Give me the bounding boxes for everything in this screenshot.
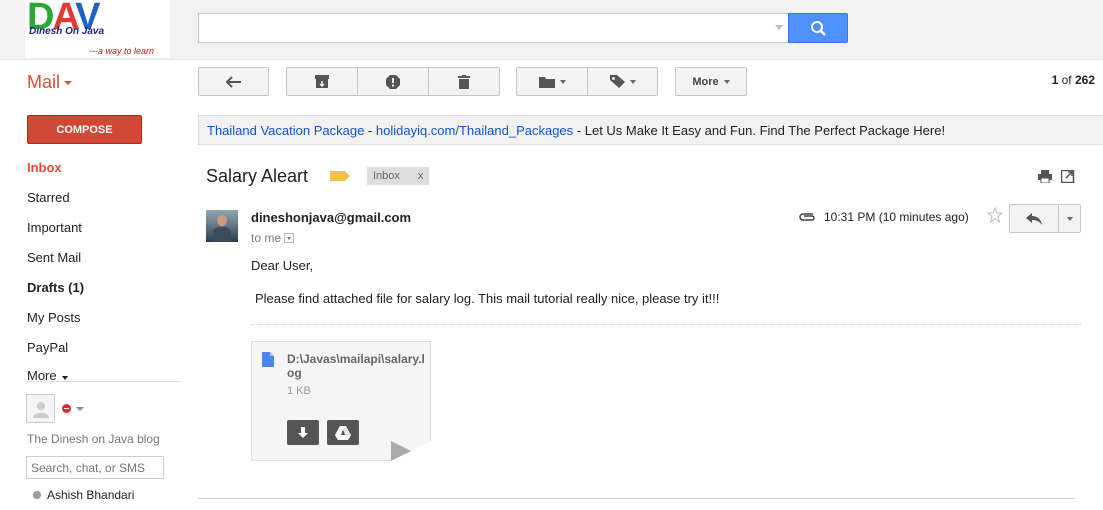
recipient-label: to me <box>251 231 282 245</box>
mail-menu[interactable]: Mail <box>27 72 73 93</box>
sidebar-item-inbox[interactable]: Inbox <box>27 159 181 189</box>
show-details-dropdown[interactable] <box>284 233 295 243</box>
star-icon[interactable] <box>987 207 1003 223</box>
more-label: More <box>692 75 719 88</box>
reply-button-group <box>1009 204 1081 233</box>
page-curl <box>391 441 431 461</box>
reply-icon <box>1026 212 1042 225</box>
pagination: 1 of 262 <box>1052 73 1095 87</box>
label-tag-icon <box>609 75 625 88</box>
message-time[interactable]: 10:31 PM (10 minutes ago) <box>824 210 969 224</box>
compose-button[interactable]: COMPOSE <box>27 115 142 144</box>
new-window-icon[interactable] <box>1061 170 1075 183</box>
chat-search-input[interactable] <box>26 456 164 479</box>
sender-avatar[interactable] <box>206 210 238 242</box>
chevron-down-icon <box>629 79 636 84</box>
archive-button[interactable] <box>286 67 358 96</box>
chat-contact[interactable]: Ashish Bhandari <box>33 488 134 502</box>
search-options-dropdown[interactable] <box>775 25 783 30</box>
chevron-down-icon <box>559 79 566 84</box>
print-icon[interactable] <box>1038 170 1052 183</box>
ad-separator: - <box>573 123 585 138</box>
sidebar-item-starred[interactable]: Starred <box>27 189 181 219</box>
chevron-down-icon <box>1066 216 1073 221</box>
attachment-size: 1 KB <box>287 385 311 397</box>
back-arrow-icon <box>225 75 241 88</box>
action-button-group <box>286 67 500 96</box>
move-to-button[interactable] <box>516 67 588 96</box>
ad-separator: - <box>364 123 376 138</box>
sidebar-item-sent-mail[interactable]: Sent Mail <box>27 249 181 279</box>
chat-status-message[interactable]: The Dinesh on Java blog <box>27 432 165 446</box>
sidebar-nav: Inbox Starred Important Sent Mail Drafts… <box>27 159 181 369</box>
chat-contact-name: Ashish Bhandari <box>47 488 135 502</box>
delete-button[interactable] <box>428 67 500 96</box>
report-spam-button[interactable] <box>357 67 429 96</box>
download-button[interactable] <box>287 420 319 445</box>
attachment-clip-icon <box>799 213 815 221</box>
document-icon <box>262 352 274 367</box>
organize-button-group <box>516 67 658 96</box>
search-button[interactable] <box>788 13 848 43</box>
search-icon <box>811 21 826 36</box>
sponsored-ad: Thailand Vacation Package - holidayiq.co… <box>198 115 1103 145</box>
label-name: Inbox <box>373 170 400 182</box>
message-body: Please find attached file for salary log… <box>255 291 720 306</box>
user-icon <box>32 401 49 418</box>
busy-status-icon[interactable] <box>62 404 71 413</box>
sidebar-item-drafts[interactable]: Drafts (1) <box>27 279 181 309</box>
ad-url-link[interactable]: holidayiq.com/Thailand_Packages <box>376 123 573 138</box>
ad-text: Let Us Make It Easy and Fun. Find The Pe… <box>584 123 946 138</box>
offline-status-icon <box>33 491 41 499</box>
chevron-down-icon[interactable] <box>76 407 84 411</box>
labels-button[interactable] <box>587 67 658 96</box>
search-input[interactable] <box>199 14 759 42</box>
sidebar-item-my-posts[interactable]: My Posts <box>27 309 181 339</box>
recipient-line: to me <box>251 231 295 245</box>
back-button[interactable] <box>198 67 269 96</box>
inbox-label-badge[interactable]: Inbox x <box>367 167 430 185</box>
ad-title-link[interactable]: Thailand Vacation Package <box>207 123 364 138</box>
pager-of: of <box>1061 73 1072 87</box>
pager-current: 1 <box>1051 73 1059 87</box>
sidebar-divider <box>27 381 181 382</box>
chat-avatar[interactable] <box>26 394 55 423</box>
sidebar-item-important[interactable]: Important <box>27 219 181 249</box>
more-reply-options-button[interactable] <box>1059 204 1081 233</box>
chevron-down-icon <box>61 376 68 380</box>
remove-label-button[interactable]: x <box>418 170 424 182</box>
save-to-drive-button[interactable] <box>327 420 359 445</box>
sidebar-item-paypal[interactable]: PayPal <box>27 339 181 369</box>
archive-icon <box>315 75 329 88</box>
attachment-card[interactable]: D:\Javas\mailapi\salary.log 1 KB <box>251 341 431 461</box>
message-greeting: Dear User, <box>251 258 314 273</box>
trash-icon <box>458 74 470 89</box>
logo-line2: ---a way to learn <box>89 46 155 56</box>
download-icon <box>298 426 308 438</box>
message-subject: Salary Aleart <box>206 166 309 186</box>
pager-total: 262 <box>1074 73 1095 87</box>
drive-icon <box>335 425 351 440</box>
sender-email[interactable]: dineshonjava@gmail.com <box>251 210 411 225</box>
more-actions-button[interactable]: More <box>675 67 747 96</box>
logo-line1: Dinesh On Java <box>29 26 105 37</box>
importance-marker-icon[interactable] <box>330 171 350 181</box>
reply-button[interactable] <box>1009 204 1059 233</box>
mail-menu-label: Mail <box>27 72 61 92</box>
attachment-divider <box>251 324 1081 325</box>
message-bottom-divider <box>198 498 1075 499</box>
logo[interactable]: DAV Dinesh On Java ---a way to learn <box>25 0 170 58</box>
attachment-filename: D:\Javas\mailapi\salary.log <box>287 352 425 380</box>
chevron-down-icon <box>64 81 73 86</box>
spam-icon <box>386 74 400 89</box>
chevron-down-icon <box>723 79 730 84</box>
folder-icon <box>538 76 555 88</box>
search-box <box>198 13 789 43</box>
